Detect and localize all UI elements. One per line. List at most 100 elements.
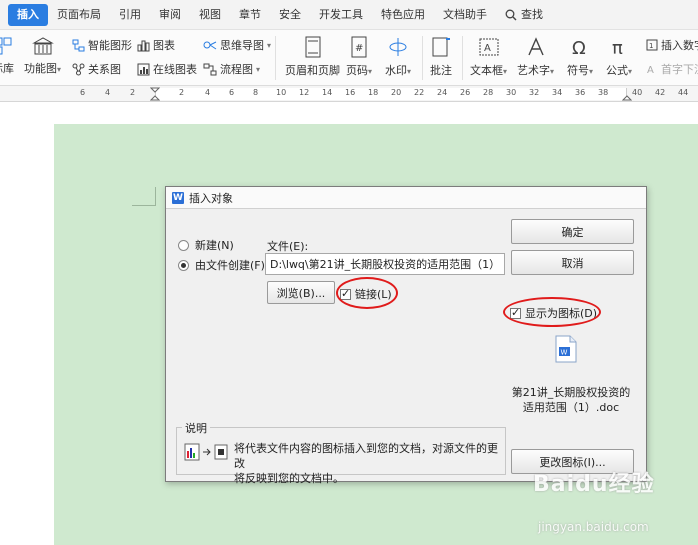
page-number-icon: #: [351, 36, 367, 58]
tab-special-apps[interactable]: 特色应用: [372, 4, 434, 26]
ruler-tick-label: 8: [253, 88, 259, 97]
wps-logo-icon: W: [172, 191, 184, 204]
tab-developer[interactable]: 开发工具: [310, 4, 372, 26]
ruler-tick-label: 42: [655, 88, 666, 97]
ribbon-tabs: 插入 页面布局 引用 审阅 视图 章节 安全 开发工具 特色应用 文档助手 查找: [0, 0, 698, 30]
ruler-tick-label: 18: [368, 88, 379, 97]
baidu-watermark: Baidu经验: [533, 472, 655, 497]
function-chart-button[interactable]: 功能图▾: [24, 36, 61, 76]
grid-icon: [0, 37, 12, 55]
radio-from-file-circle[interactable]: [178, 259, 189, 271]
ruler-tick-label: 4: [105, 88, 111, 97]
header-footer-button[interactable]: 页眉和页脚: [285, 36, 340, 78]
search-tab[interactable]: 查找: [496, 4, 552, 26]
search-label: 查找: [521, 7, 543, 21]
shape-library-button[interactable]: 标库: [0, 36, 14, 76]
flowchart-button[interactable]: 流程图 ▾: [203, 61, 260, 77]
ruler-tick-label: 30: [506, 88, 517, 97]
document-thumb-icon: [184, 443, 200, 461]
tab-security[interactable]: 安全: [270, 4, 310, 26]
drop-cap-button[interactable]: A 首字下沉: [646, 61, 698, 77]
description-legend: 说明: [182, 420, 210, 436]
page-number-button[interactable]: # 页码▾: [346, 36, 372, 78]
art-text-button[interactable]: 艺术字▾: [517, 36, 554, 78]
drop-cap-icon: A: [647, 65, 654, 75]
svg-text:Ω: Ω: [572, 38, 586, 58]
textbox-button[interactable]: A 文本框▾: [470, 36, 507, 78]
comment-icon: [432, 37, 450, 57]
dialog-title: 插入对象: [189, 191, 233, 205]
cancel-button[interactable]: 取消: [511, 250, 634, 275]
flowchart-icon: [203, 63, 217, 75]
annotation-circle: [503, 297, 601, 327]
radio-from-file[interactable]: 由文件创建(F): [178, 257, 265, 273]
ok-button[interactable]: 确定: [511, 219, 634, 244]
formula-button[interactable]: π 公式▾: [606, 36, 632, 78]
ruler-tick-label: 2: [130, 88, 136, 97]
online-chart-button[interactable]: 在线图表: [137, 61, 197, 77]
dialog-titlebar[interactable]: W 插入对象: [166, 187, 646, 209]
header-footer-icon: [305, 36, 320, 58]
watermark-icon: [389, 38, 407, 56]
tab-chapter[interactable]: 章节: [230, 4, 270, 26]
baidu-watermark-url: jingyan.baidu.com: [538, 520, 649, 534]
pi-icon: π: [612, 38, 623, 58]
tab-page-layout[interactable]: 页面布局: [48, 4, 110, 26]
art-text-icon: [527, 37, 544, 56]
ruler-tick-label: 26: [460, 88, 471, 97]
right-indent-marker-icon[interactable]: [622, 87, 632, 101]
svg-text:#: #: [355, 43, 363, 54]
description-text: 将代表文件内容的图标插入到您的文档，对源文件的更改 将反映到您的文档中。: [234, 442, 498, 485]
ruler-tick-label: 6: [229, 88, 235, 97]
ruler-tick-label: 4: [205, 88, 211, 97]
svg-text:π: π: [612, 38, 623, 58]
ribbon-toolbar: 标库 功能图▾ 智能图形 图表 思维导图▾ 关系图 在线图表 流程图▾ 页眉和页…: [0, 30, 698, 86]
tab-doc-assistant[interactable]: 文档助手: [434, 4, 496, 26]
ruler-tick-label: 10: [276, 88, 287, 97]
watermark-button[interactable]: 水印▾: [385, 36, 411, 78]
toolbar-separator: [422, 36, 423, 80]
object-box-icon: [214, 444, 228, 460]
ruler-tick-label: 38: [598, 88, 609, 97]
margin-mark: [132, 205, 156, 206]
radio-new-circle[interactable]: [178, 239, 189, 251]
indent-marker-icon[interactable]: [150, 87, 160, 101]
symbol-button[interactable]: Ω 符号▾: [567, 36, 593, 78]
insert-number-button[interactable]: 1 插入数字: [646, 37, 698, 53]
ruler-tick-label: 24: [437, 88, 448, 97]
ruler-tick-label: 44: [678, 88, 689, 97]
online-chart-icon: [137, 63, 150, 75]
number-icon: 1: [646, 39, 658, 51]
radio-new[interactable]: 新建(N): [178, 237, 234, 253]
ruler-tick-label: 2: [179, 88, 185, 97]
tab-insert[interactable]: 插入: [8, 3, 48, 26]
svg-text:A: A: [647, 65, 654, 75]
comment-button[interactable]: 批注: [430, 36, 452, 78]
word-document-icon: W: [555, 335, 577, 363]
ruler-tick-label: 22: [414, 88, 425, 97]
tab-review[interactable]: 审阅: [150, 4, 190, 26]
building-icon: [31, 37, 54, 55]
annotation-circle: [336, 277, 398, 309]
svg-text:A: A: [484, 43, 491, 54]
ruler-tick-label: 36: [575, 88, 586, 97]
tab-view[interactable]: 视图: [190, 4, 230, 26]
omega-icon: Ω: [572, 38, 586, 58]
ruler-tick-label: 34: [552, 88, 563, 97]
tab-references[interactable]: 引用: [110, 4, 150, 26]
horizontal-ruler[interactable]: 6 4 2 2 4 6 8 10 12 14 16 18 20 22 24 26 28 30 32 34 36 38 40 4…: [0, 86, 698, 102]
file-path-input[interactable]: [265, 253, 505, 275]
mind-map-button[interactable]: 思维导图 ▾: [203, 37, 271, 53]
svg-text:1: 1: [649, 42, 653, 50]
margin-mark: [155, 187, 156, 205]
browse-button[interactable]: 浏览(B)...: [267, 281, 335, 304]
file-field-label: 文件(E):: [267, 240, 309, 253]
relation-map-button[interactable]: 关系图: [72, 61, 121, 77]
smart-shape-button[interactable]: 智能图形: [72, 37, 132, 53]
toolbar-separator: [275, 36, 276, 80]
toolbar-separator: [462, 36, 463, 80]
relation-icon: [72, 63, 85, 75]
icon-caption: 第21讲_长期股权投资的 适用范围（1）.doc: [511, 386, 631, 414]
chart-button[interactable]: 图表: [137, 37, 175, 53]
textbox-icon: A: [479, 38, 498, 56]
